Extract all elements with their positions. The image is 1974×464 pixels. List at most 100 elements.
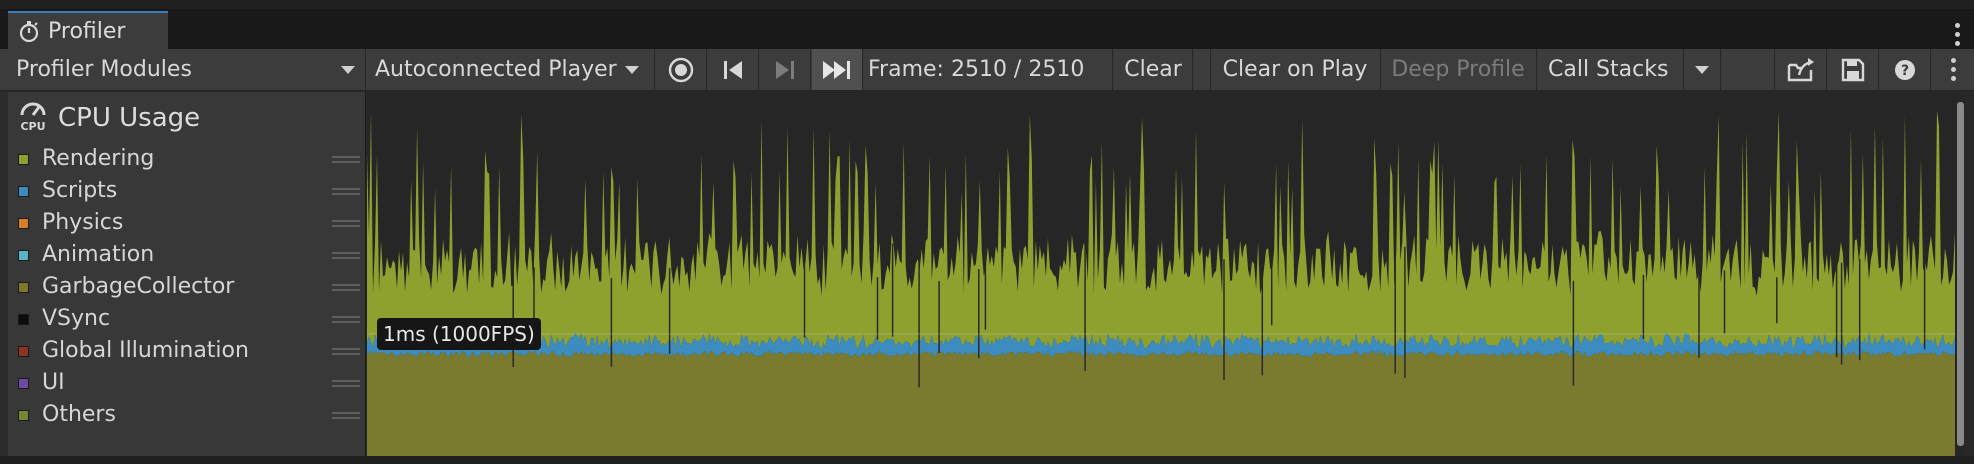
record-button[interactable] xyxy=(656,49,706,90)
drag-handle-icon[interactable] xyxy=(332,412,360,420)
more-icon xyxy=(1950,54,1956,85)
series-label: VSync xyxy=(42,306,111,331)
clear-button[interactable]: Clear xyxy=(1114,49,1192,90)
previous-frame-button[interactable] xyxy=(708,49,758,90)
series-label: Animation xyxy=(42,242,155,267)
next-frame-button[interactable] xyxy=(760,49,810,90)
toolbar-divider xyxy=(862,49,863,90)
record-icon xyxy=(668,57,694,82)
series-color-swatch[interactable] xyxy=(18,346,29,357)
drag-handle-icon[interactable] xyxy=(332,316,360,324)
more-options-button[interactable] xyxy=(1932,49,1974,90)
toolbar-divider xyxy=(1380,49,1381,90)
series-label: UI xyxy=(42,370,65,395)
profiler-modules-dropdown[interactable]: Profiler Modules xyxy=(8,49,363,90)
step-forward-icon xyxy=(776,60,794,79)
series-label: Scripts xyxy=(42,178,118,203)
window-top-strip xyxy=(0,0,1974,9)
deep-profile-label: Deep Profile xyxy=(1391,57,1525,82)
load-button[interactable] xyxy=(1776,49,1826,90)
series-item[interactable]: Rendering xyxy=(8,144,366,176)
drag-handle-icon[interactable] xyxy=(332,284,360,292)
series-item[interactable]: Animation xyxy=(8,240,366,272)
target-player-label: Autoconnected Player xyxy=(375,57,617,82)
toolbar-divider xyxy=(1112,49,1113,90)
series-color-swatch[interactable] xyxy=(18,410,29,421)
cpu-module-header[interactable]: CPU CPU Usage xyxy=(18,98,200,138)
help-icon: ? xyxy=(1895,59,1915,80)
chart-scrollbar[interactable] xyxy=(1956,92,1965,456)
series-color-swatch[interactable] xyxy=(18,250,29,261)
toolbar-divider xyxy=(1878,49,1879,90)
cpu-icon: CPU xyxy=(18,98,48,139)
series-color-swatch[interactable] xyxy=(18,218,29,229)
save-button[interactable] xyxy=(1828,49,1878,90)
toolbar-divider xyxy=(758,49,759,90)
clear-on-play-toggle[interactable]: Clear on Play xyxy=(1212,49,1378,90)
drag-handle-icon[interactable] xyxy=(332,188,360,196)
series-item[interactable]: VSync xyxy=(8,304,366,336)
drag-handle-icon[interactable] xyxy=(332,380,360,388)
series-color-swatch[interactable] xyxy=(18,186,29,197)
call-stacks-toggle[interactable]: Call Stacks xyxy=(1538,49,1683,90)
chevron-down-icon xyxy=(1695,65,1709,74)
drag-handle-icon[interactable] xyxy=(332,348,360,356)
toolbar-divider xyxy=(1210,49,1211,90)
others-series-area xyxy=(367,351,1955,456)
toolbar-divider xyxy=(1774,49,1775,90)
toolbar-divider xyxy=(1536,49,1537,90)
series-item[interactable]: Global Illumination xyxy=(8,336,366,368)
series-color-swatch[interactable] xyxy=(18,282,29,293)
svg-text:CPU: CPU xyxy=(20,120,45,132)
series-color-swatch[interactable] xyxy=(18,314,29,325)
tab-profiler[interactable]: Profiler xyxy=(8,11,168,49)
call-stacks-dropdown[interactable] xyxy=(1684,49,1720,90)
cpu-module-title: CPU Usage xyxy=(58,103,201,133)
skip-to-end-icon xyxy=(823,60,850,79)
series-label: GarbageCollector xyxy=(42,274,235,299)
current-frame-button[interactable] xyxy=(812,49,862,90)
series-color-swatch[interactable] xyxy=(18,154,29,165)
target-player-dropdown[interactable]: Autoconnected Player xyxy=(367,49,652,90)
load-icon xyxy=(1787,57,1814,81)
window-left-edge xyxy=(0,92,8,456)
series-item[interactable]: Scripts xyxy=(8,176,366,208)
cpu-usage-graph xyxy=(367,110,1955,456)
series-item[interactable]: Others xyxy=(8,400,366,432)
toolbar-divider xyxy=(1826,49,1827,90)
toolbar-divider xyxy=(654,49,655,90)
series-item[interactable]: UI xyxy=(8,368,366,400)
series-color-swatch[interactable] xyxy=(18,378,29,389)
drag-handle-icon[interactable] xyxy=(332,156,360,164)
stopwatch-icon xyxy=(18,20,40,42)
clear-on-play-label: Clear on Play xyxy=(1222,57,1368,82)
cpu-usage-chart[interactable]: 1ms (1000FPS) xyxy=(367,92,1965,456)
cpu-module-panel: CPU CPU Usage Rendering Scripts Physics Ani… xyxy=(8,92,366,456)
clear-button-label: Clear xyxy=(1124,57,1182,82)
drag-handle-icon[interactable] xyxy=(332,252,360,260)
profiler-toolbar: Profiler Modules Autoconnected Player Fr… xyxy=(0,49,1974,91)
profiler-modules-label: Profiler Modules xyxy=(16,57,192,82)
series-item[interactable]: GarbageCollector xyxy=(8,272,366,304)
frame-counter: Frame: 2510 / 2510 xyxy=(864,49,1112,90)
step-back-icon xyxy=(724,60,742,79)
drag-handle-icon[interactable] xyxy=(332,220,360,228)
toolbar-divider xyxy=(365,49,366,90)
help-button[interactable]: ? xyxy=(1880,49,1930,90)
fps-threshold-label: 1ms (1000FPS) xyxy=(377,318,541,350)
frame-counter-text: Frame: 2510 / 2510 xyxy=(868,57,1085,82)
save-icon xyxy=(1841,58,1865,81)
svg-text:?: ? xyxy=(1901,63,1909,79)
toolbar-divider xyxy=(1192,49,1193,90)
deep-profile-toggle[interactable]: Deep Profile xyxy=(1382,49,1534,90)
chart-scrollbar-thumb[interactable] xyxy=(1957,102,1964,446)
series-label: Others xyxy=(42,402,116,427)
series-item[interactable]: Physics xyxy=(8,208,366,240)
chevron-down-icon xyxy=(341,65,355,74)
toolbar-divider xyxy=(706,49,707,90)
toolbar-divider xyxy=(1930,49,1931,90)
series-label: Physics xyxy=(42,210,124,235)
series-label: Global Illumination xyxy=(42,338,249,363)
rendering-series-area xyxy=(367,110,1955,350)
series-label: Rendering xyxy=(42,146,155,171)
